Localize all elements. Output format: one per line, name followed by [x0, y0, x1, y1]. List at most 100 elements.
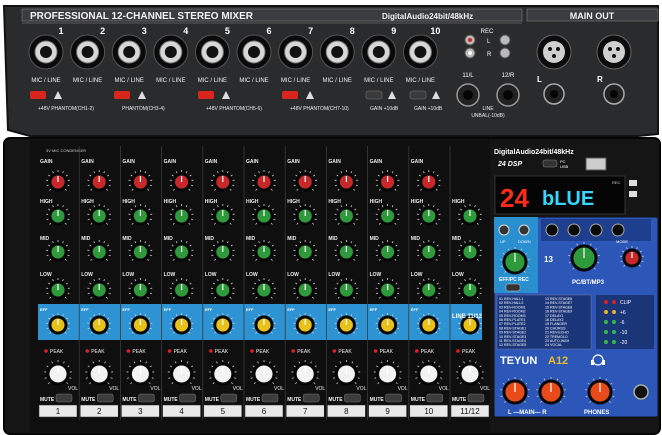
low-label: LOW	[328, 272, 340, 278]
player-prev-button[interactable]	[545, 223, 559, 237]
mute-button[interactable]	[261, 393, 279, 403]
channel-number: 11/12	[460, 407, 480, 416]
mic-line-label: MIC / LINE	[406, 78, 435, 84]
peak-label: PEAK	[380, 349, 394, 355]
peak-led	[291, 349, 296, 353]
player-next-button[interactable]	[589, 223, 603, 237]
xlr-pin	[608, 47, 612, 51]
eff-label: EFF	[370, 307, 378, 312]
combo-jack-socket[interactable]	[414, 46, 427, 58]
mid-label: MID	[328, 236, 338, 242]
mute-label: MUTE	[40, 397, 55, 403]
main-out-side-label: L	[537, 75, 542, 84]
meter-led-right	[612, 320, 616, 324]
line-jack-socket[interactable]	[463, 90, 473, 100]
gain-label: GAIN	[40, 159, 53, 165]
mute-button[interactable]	[138, 393, 155, 403]
phones-jack[interactable]	[633, 384, 649, 400]
phantom-switch[interactable]	[282, 91, 298, 99]
display-side-button[interactable]	[629, 180, 637, 186]
mic-line-label: MIC / LINE	[198, 78, 227, 84]
dsp-format-label: DigitalAudio24bit/48kHz	[494, 149, 574, 156]
phantom-switch[interactable]	[198, 91, 214, 99]
main-label: L —MAIN— R	[508, 410, 547, 416]
mode-label: MODE	[616, 239, 628, 244]
mute-button[interactable]	[385, 393, 402, 403]
peak-label: PEAK	[215, 349, 229, 355]
combo-jack-socket[interactable]	[289, 46, 302, 58]
mute-button[interactable]	[220, 393, 238, 403]
phantom-switch[interactable]	[114, 91, 130, 99]
player-mode-button[interactable]	[611, 223, 625, 237]
combo-jack-socket[interactable]	[81, 46, 94, 58]
peak-led	[44, 349, 48, 353]
meter-led-left	[604, 340, 608, 344]
mute-button[interactable]	[179, 393, 196, 403]
mute-label: MUTE	[370, 397, 385, 403]
combo-jack-socket[interactable]	[206, 46, 219, 58]
low-label: LOW	[205, 272, 217, 278]
channel-number: 10	[424, 407, 433, 416]
mute-label: MUTE	[81, 397, 96, 403]
peak-led	[85, 349, 89, 353]
rca-out-left[interactable]	[499, 34, 511, 46]
mute-button[interactable]	[344, 393, 361, 403]
combo-jack-socket[interactable]	[372, 46, 385, 58]
main-out-title: MAIN OUT	[570, 11, 615, 21]
gain-label: GAIN	[164, 159, 177, 165]
phantom-switch[interactable]	[30, 91, 46, 99]
effect-up-button[interactable]	[498, 224, 510, 236]
combo-jack-socket[interactable]	[164, 46, 177, 58]
vol-label: VOL	[68, 386, 78, 392]
combo-jack-socket[interactable]	[40, 46, 52, 58]
pc-bt-mp3-label: PC/BT/MP3	[572, 280, 605, 286]
player-play-button[interactable]	[567, 223, 581, 237]
peak-led	[209, 349, 213, 353]
mute-button[interactable]	[302, 393, 320, 403]
peak-label: PEAK	[421, 349, 435, 355]
main-out-side-label: R	[597, 75, 603, 84]
combo-jack-socket[interactable]	[248, 46, 260, 58]
low-label: LOW	[40, 272, 52, 278]
combo-jack-socket[interactable]	[123, 46, 136, 58]
mute-button[interactable]	[467, 393, 485, 403]
gain-boost-switch[interactable]	[365, 90, 383, 100]
main-out-jack-socket[interactable]	[550, 90, 558, 98]
mid-label: MID	[164, 236, 174, 242]
eff-label: EFF	[287, 307, 295, 312]
meter-label: -6	[620, 320, 625, 326]
high-label: HIGH	[164, 199, 177, 205]
mid-label: MID	[452, 236, 462, 242]
mute-button[interactable]	[426, 393, 444, 403]
rca-out-right[interactable]	[499, 47, 511, 59]
vol-label: VOL	[274, 386, 284, 392]
channel-number: 9	[385, 407, 390, 416]
usb-port[interactable]	[585, 157, 607, 171]
xlr-pin	[552, 54, 556, 58]
eff-label: EFF	[205, 307, 213, 312]
meter-led-left	[604, 310, 608, 314]
high-label: HIGH	[122, 199, 135, 205]
mute-button[interactable]	[55, 393, 73, 403]
channel-number: 3	[138, 407, 143, 416]
combo-jack-socket[interactable]	[331, 46, 344, 58]
mute-button[interactable]	[96, 393, 114, 403]
down-label: DOWN	[518, 239, 531, 244]
channel-number: 5	[221, 407, 226, 416]
high-label: HIGH	[205, 199, 218, 205]
eff-label: EFF	[122, 307, 130, 312]
channel-number: 7	[303, 407, 308, 416]
effect-down-button[interactable]	[518, 224, 530, 236]
line-jack-socket[interactable]	[503, 90, 513, 100]
gain-boost-switch[interactable]	[409, 90, 427, 100]
xlr-pin	[612, 54, 616, 58]
eff-rec-switch[interactable]	[505, 283, 521, 292]
mic-line-label: MIC / LINE	[323, 78, 352, 84]
mid-label: MID	[205, 236, 215, 242]
mid-label: MID	[81, 236, 91, 242]
pc-usb-switch[interactable]	[542, 159, 558, 168]
main-out-jack-socket[interactable]	[610, 90, 618, 98]
display-side-button[interactable]	[629, 191, 637, 197]
mixer-title: PROFESSIONAL 12-CHANNEL STEREO MIXER	[30, 11, 254, 22]
vol-label: VOL	[356, 386, 366, 392]
